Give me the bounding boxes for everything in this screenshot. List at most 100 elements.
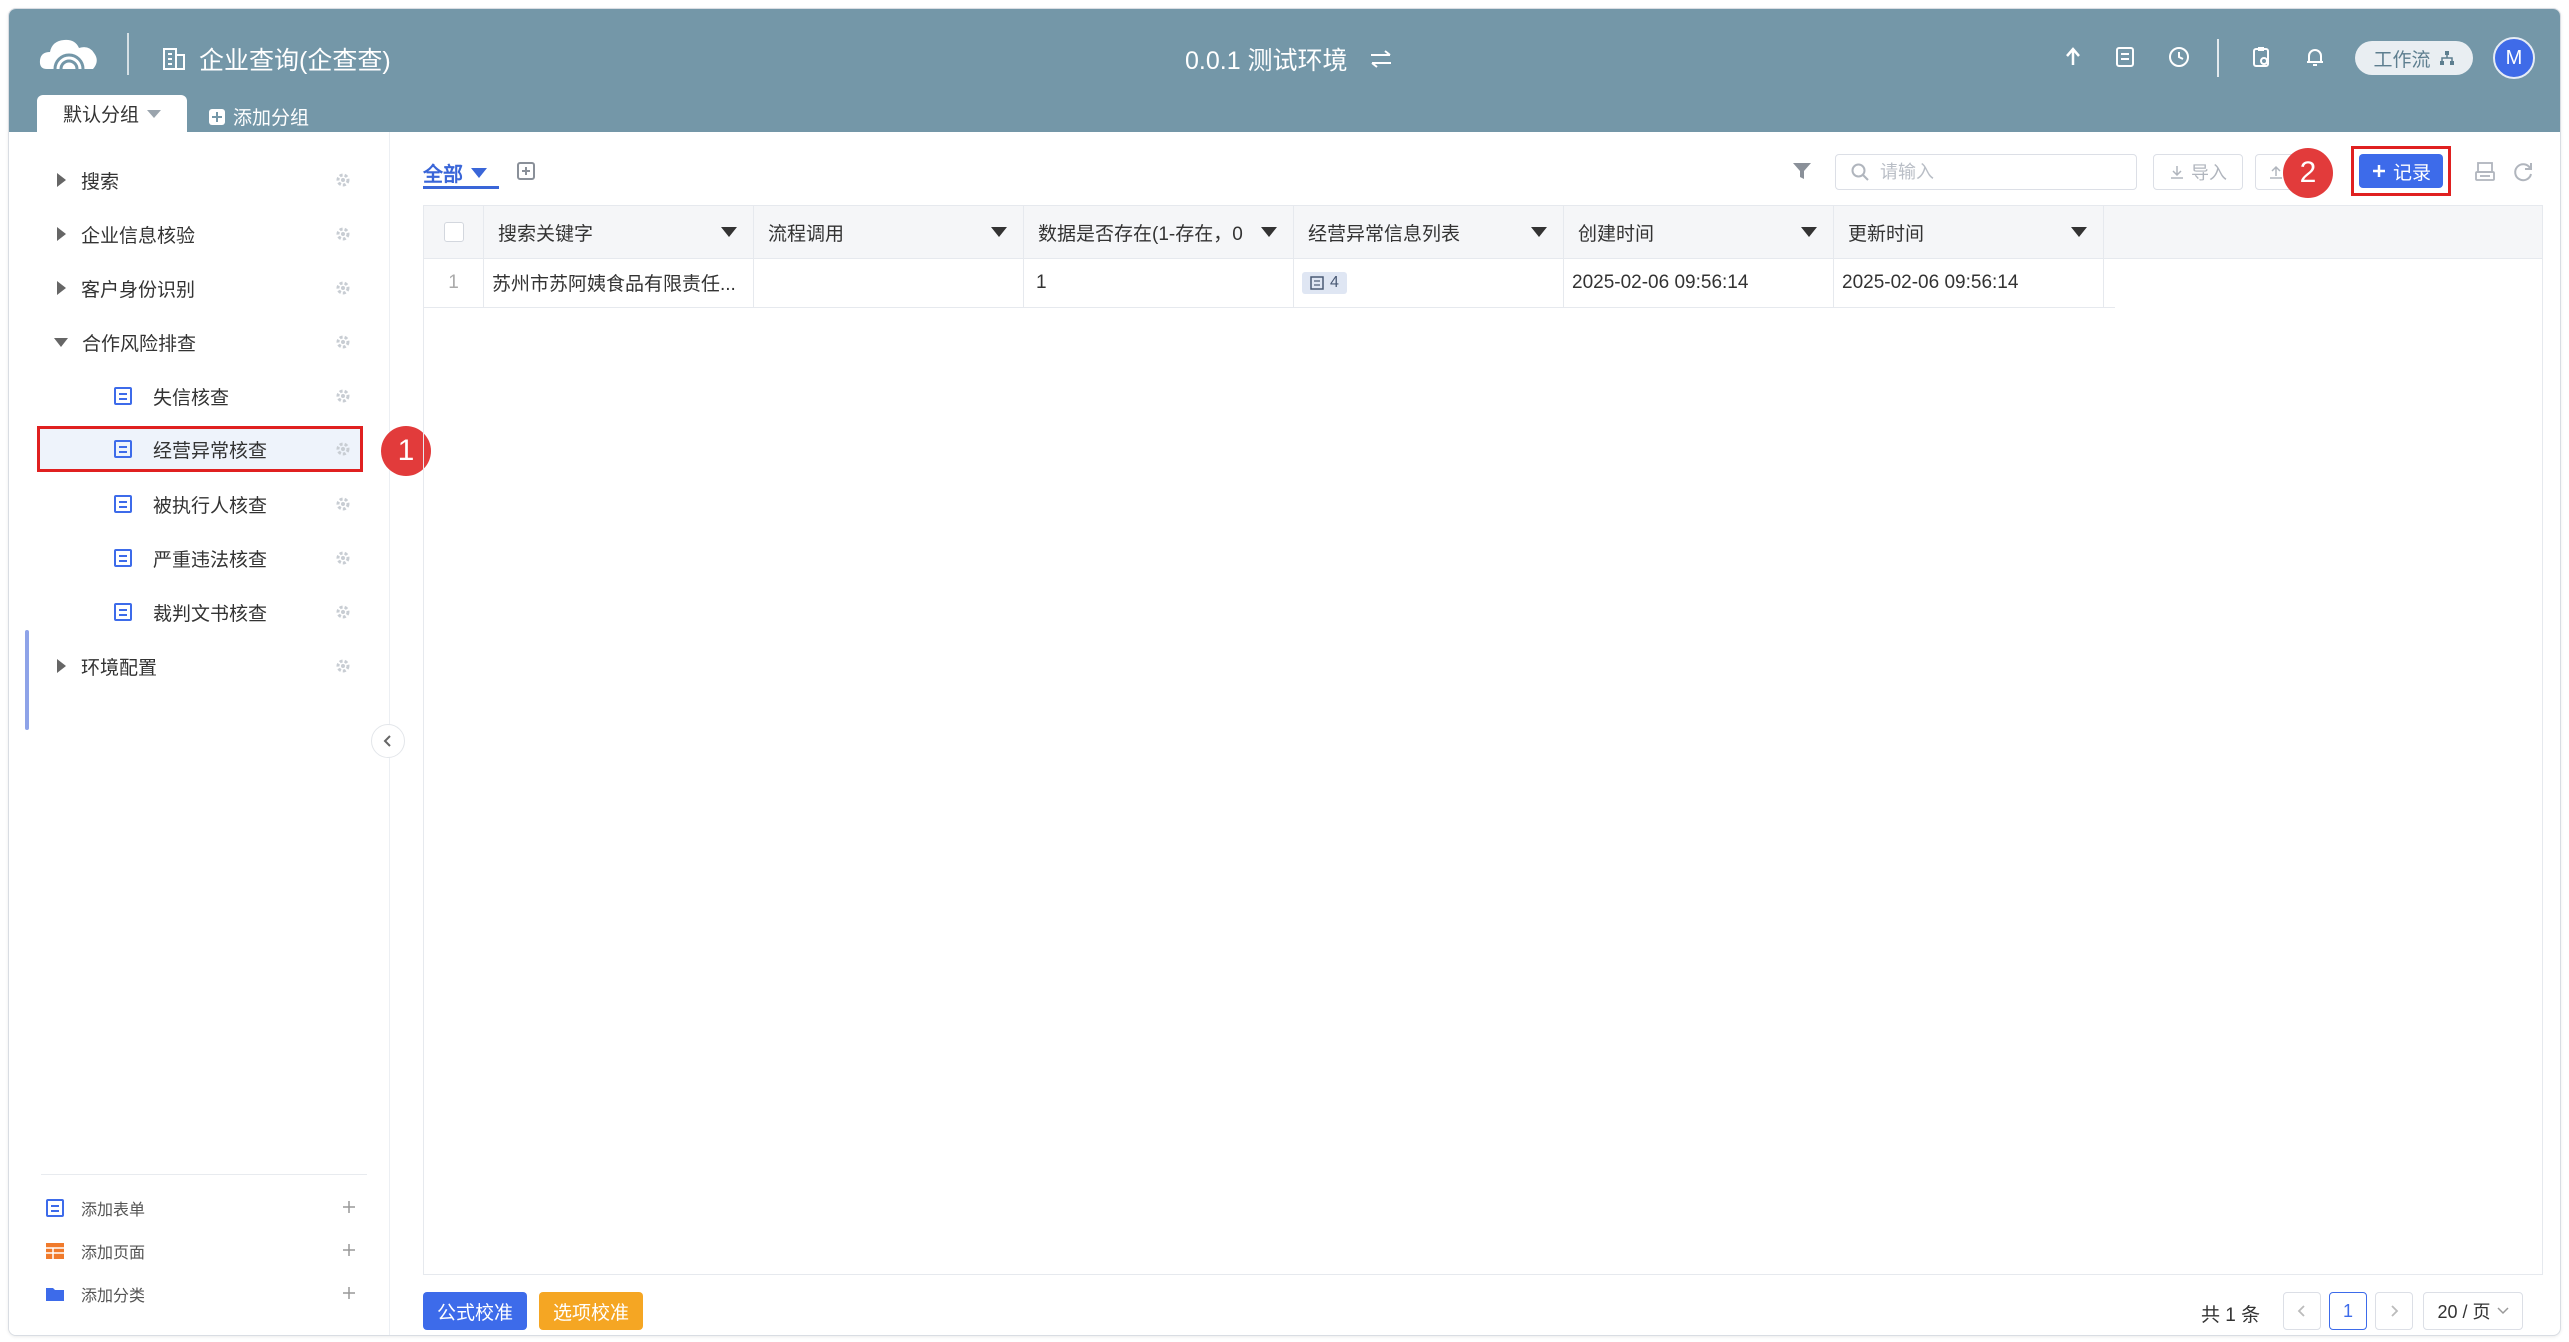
caret-down-icon[interactable] [1531,227,1547,237]
sidebar-item-judgment-check[interactable]: 裁判文书核查 [37,589,363,635]
sidebar-item-search[interactable]: 搜索 [37,157,363,203]
plus-icon [2372,165,2385,177]
sidebar-item-company-verify[interactable]: 企业信息核验 [37,211,363,257]
gear-icon[interactable] [333,548,353,568]
gear-icon[interactable] [333,278,353,298]
page-size-select[interactable]: 20 / 页 [2423,1292,2523,1330]
add-view-button[interactable] [517,162,535,180]
add-record-button[interactable]: 记录 [2359,154,2443,188]
formula-calibrate-button[interactable]: 公式校准 [423,1292,527,1330]
tab-default-group[interactable]: 默认分组 [37,95,187,132]
cell-process[interactable] [754,258,1024,307]
caret-down-icon[interactable] [1261,227,1277,237]
page-button-current[interactable]: 1 [2329,1292,2367,1330]
cell-keyword[interactable]: 苏州市苏阿姨食品有限责任... [484,258,754,307]
caret-right-icon[interactable] [57,173,66,187]
download-icon [2171,166,2183,179]
cell-exists[interactable]: 1 [1024,258,1294,307]
next-page-button[interactable] [2375,1292,2413,1330]
add-page-button[interactable]: 添加页面 [45,1236,365,1266]
caret-down-icon[interactable] [2071,227,2087,237]
column-header[interactable]: 更新时间 [1834,206,2104,258]
form-icon [114,440,132,458]
sidebar-item-executed-person-check[interactable]: 被执行人核查 [37,481,363,527]
caret-down-icon[interactable] [721,227,737,237]
add-group-button[interactable]: 添加分组 [209,103,309,130]
sidebar-item-label: 客户身份识别 [81,279,196,301]
option-calibrate-button[interactable]: 选项校准 [539,1292,643,1330]
import-button[interactable]: 导入 [2153,154,2243,190]
sidebar-item-risk-check[interactable]: 合作风险排查 [37,319,363,365]
import-label: 导入 [2191,163,2227,183]
add-category-button[interactable]: 添加分类 [45,1279,365,1309]
gear-icon[interactable] [333,602,353,622]
sidebar-item-label: 严重违法核查 [153,549,268,571]
filter-icon[interactable] [1791,160,1813,182]
cell-created[interactable]: 2025-02-06 09:56:14 [1564,258,1834,307]
clipboard-icon[interactable] [2249,45,2273,69]
annotation-badge-2: 2 [2283,148,2333,198]
gear-icon[interactable] [333,170,353,190]
scroll-indicator[interactable] [25,630,29,730]
print-icon[interactable] [2473,160,2497,184]
search-field[interactable] [1878,160,2122,184]
user-avatar[interactable]: M [2493,37,2535,79]
column-header[interactable]: 经营异常信息列表 [1294,206,1564,258]
plus-icon[interactable] [341,1285,357,1301]
refresh-icon[interactable] [2511,160,2535,184]
caret-down-icon[interactable] [991,227,1007,237]
column-header[interactable]: 数据是否存在(1-存在，0 [1024,206,1294,258]
plus-icon[interactable] [341,1199,357,1215]
prev-page-button[interactable] [2283,1292,2321,1330]
sidebar-item-customer-id[interactable]: 客户身份识别 [37,265,363,311]
bell-icon[interactable] [2303,45,2327,69]
workflow-button[interactable]: 工作流 [2355,41,2473,75]
cloud-logo-icon[interactable] [37,31,101,75]
data-table: 搜索关键字 流程调用 数据是否存在(1-存在，0 经营异常信息列表 创建时间 更… [423,205,2543,1275]
upload-arrow-icon[interactable] [2061,45,2085,69]
column-label: 搜索关键字 [498,223,594,245]
document-icon[interactable] [2113,45,2137,69]
add-category-label: 添加分类 [81,1288,146,1305]
chevron-down-icon [2496,1307,2509,1315]
form-icon [46,1199,64,1217]
caret-down-icon[interactable] [54,337,68,347]
caret-right-icon[interactable] [57,659,66,673]
app-title-group[interactable]: 企业查询(企查查) [161,41,391,77]
gear-icon[interactable] [333,332,353,352]
environment-selector[interactable]: 0.0.1 测试环境 [1185,41,1394,77]
column-header[interactable]: 流程调用 [754,206,1024,258]
table-page-icon [46,1243,64,1259]
cell-list[interactable]: 4 [1294,258,1564,307]
table-row[interactable]: 1 苏州市苏阿姨食品有限责任... 1 4 2025-02-06 09:56:1… [424,258,2115,308]
sidebar-item-dishonest-check[interactable]: 失信核查 [37,373,363,419]
sidebar-item-serious-violation-check[interactable]: 严重违法核查 [37,535,363,581]
gear-icon[interactable] [333,439,353,459]
cell-updated[interactable]: 2025-02-06 09:56:14 [1834,258,2104,307]
gear-icon[interactable] [333,386,353,406]
caret-down-icon[interactable] [1801,227,1817,237]
gear-icon[interactable] [333,656,353,676]
main-content: 全部 导入 2 记录 [393,132,2560,1335]
env-title: 0.0.1 测试环境 [1185,47,1348,75]
caret-right-icon[interactable] [57,281,66,295]
column-header[interactable]: 创建时间 [1564,206,1834,258]
view-tab-all[interactable]: 全部 [423,158,487,187]
switch-arrows-icon[interactable] [1368,49,1394,69]
sidebar-item-abnormal-operation-check[interactable]: 经营异常核查 [37,426,363,472]
column-header[interactable]: 搜索关键字 [484,206,754,258]
search-icon [1851,163,1869,181]
row-index: 1 [424,258,484,307]
subtable-tag[interactable]: 4 [1302,271,1347,294]
search-input[interactable] [1835,154,2137,190]
sidebar-item-env-config[interactable]: 环境配置 [37,643,363,689]
caret-right-icon[interactable] [57,227,66,241]
gear-icon[interactable] [333,494,353,514]
table-header: 搜索关键字 流程调用 数据是否存在(1-存在，0 经营异常信息列表 创建时间 更… [424,206,2542,259]
clock-history-icon[interactable] [2167,45,2191,69]
add-form-button[interactable]: 添加表单 [45,1193,365,1223]
plus-icon[interactable] [341,1242,357,1258]
gear-icon[interactable] [333,224,353,244]
select-all-checkbox[interactable] [443,222,464,242]
header-select-all[interactable] [424,206,484,258]
